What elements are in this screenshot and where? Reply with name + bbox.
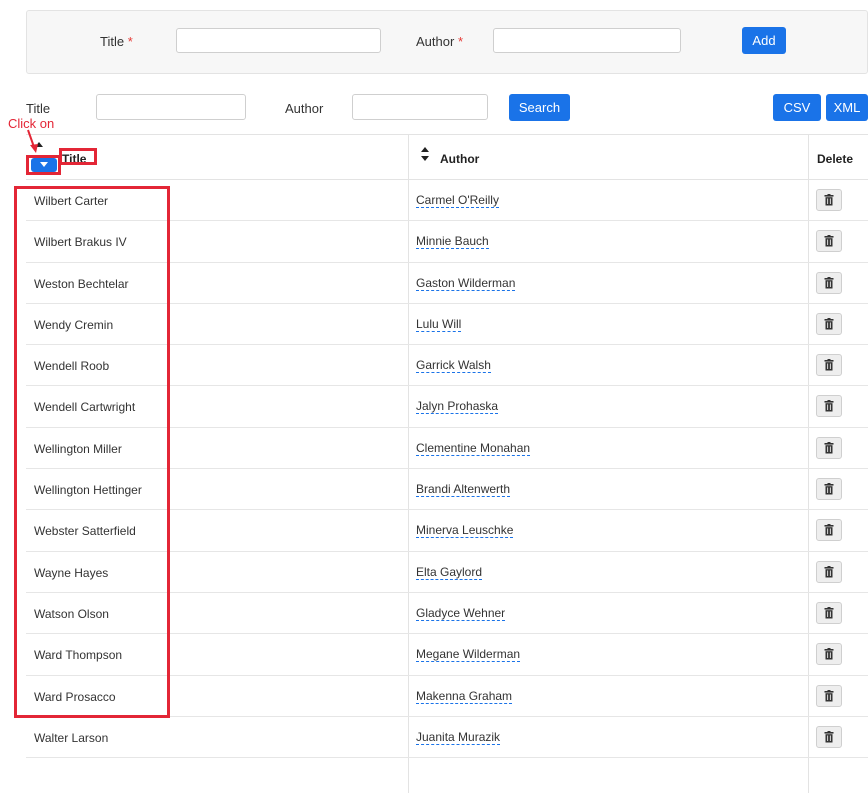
row-author-link[interactable]: Garrick Walsh — [416, 359, 491, 374]
search-author-label: Author — [285, 101, 324, 116]
add-author-label: Author * — [416, 34, 463, 49]
trash-icon — [824, 235, 834, 247]
title-column-highlight — [14, 186, 170, 718]
delete-row-button[interactable] — [816, 354, 842, 377]
trash-icon — [824, 689, 834, 702]
author-header-text: Author — [440, 152, 480, 166]
delete-row-button[interactable] — [816, 601, 842, 624]
search-title-label: Title — [26, 101, 51, 116]
trash-icon — [824, 565, 834, 578]
row-author-link[interactable]: Clementine Monahan — [416, 441, 531, 456]
search-button[interactable]: Search — [509, 94, 570, 121]
row-author-link[interactable]: Megane Wilderman — [416, 648, 521, 663]
caret-up-icon[interactable] — [421, 147, 429, 152]
row-author-link[interactable]: Jalyn Prohaska — [416, 400, 499, 415]
delete-row-button[interactable] — [816, 436, 842, 459]
trash-icon — [824, 648, 834, 660]
delete-row-button[interactable] — [816, 189, 842, 211]
delete-row-button[interactable] — [816, 725, 842, 748]
row-author-link[interactable]: Lulu Will — [416, 317, 462, 332]
trash-icon — [824, 359, 834, 371]
delete-column-header: Delete — [808, 135, 868, 179]
row-author-link[interactable]: Makenna Graham — [416, 689, 513, 704]
add-button[interactable]: Add — [742, 27, 786, 54]
annotation-arrow — [27, 129, 38, 153]
table-header: Title Author Delete — [26, 134, 868, 180]
add-title-label: Title * — [100, 34, 133, 49]
row-author-link[interactable]: Juanita Murazik — [416, 730, 501, 745]
author-column-header[interactable]: Author — [408, 135, 808, 179]
delete-row-button[interactable] — [816, 560, 842, 583]
trash-icon — [824, 524, 834, 536]
delete-row-button[interactable] — [816, 395, 842, 418]
delete-row-button[interactable] — [816, 519, 842, 542]
row-author-link[interactable]: Carmel O'Reilly — [416, 194, 499, 208]
trash-icon — [824, 276, 834, 289]
author-sort-control[interactable] — [421, 147, 429, 161]
trash-icon — [824, 400, 834, 412]
trash-icon — [824, 730, 834, 743]
trash-icon — [824, 194, 834, 206]
add-book-panel: Title * Author * Add — [26, 10, 868, 74]
trash-icon — [824, 483, 834, 495]
table-row: Walter Larson Juanita Murazik — [26, 717, 868, 759]
search-author-input[interactable] — [352, 94, 488, 120]
search-title-input[interactable] — [96, 94, 246, 120]
row-author-link[interactable]: Brandi Altenwerth — [416, 483, 511, 498]
caret-down-icon[interactable] — [421, 156, 429, 161]
row-title: Walter Larson — [34, 730, 109, 745]
row-author-link[interactable]: Minerva Leuschke — [416, 524, 514, 539]
delete-row-button[interactable] — [816, 643, 842, 666]
delete-row-button[interactable] — [816, 684, 842, 707]
add-author-input[interactable] — [493, 28, 681, 53]
row-author-link[interactable]: Elta Gaylord — [416, 565, 483, 580]
add-title-input[interactable] — [176, 28, 381, 53]
row-author-link[interactable]: Gaston Wilderman — [416, 276, 516, 291]
trash-icon — [824, 317, 834, 330]
row-author-link[interactable]: Gladyce Wehner — [416, 606, 506, 621]
csv-export-button[interactable]: CSV — [773, 94, 821, 121]
trash-icon — [824, 606, 834, 619]
delete-header-text: Delete — [817, 152, 854, 166]
xml-export-button[interactable]: XML — [826, 94, 868, 121]
title-header-highlight — [59, 148, 97, 165]
delete-row-button[interactable] — [816, 271, 842, 294]
delete-row-button[interactable] — [816, 230, 842, 253]
trash-icon — [824, 441, 834, 454]
delete-row-button[interactable] — [816, 312, 842, 335]
sort-button-highlight — [26, 155, 61, 175]
delete-row-button[interactable] — [816, 478, 842, 501]
row-author-link[interactable]: Minnie Bauch — [416, 235, 489, 250]
